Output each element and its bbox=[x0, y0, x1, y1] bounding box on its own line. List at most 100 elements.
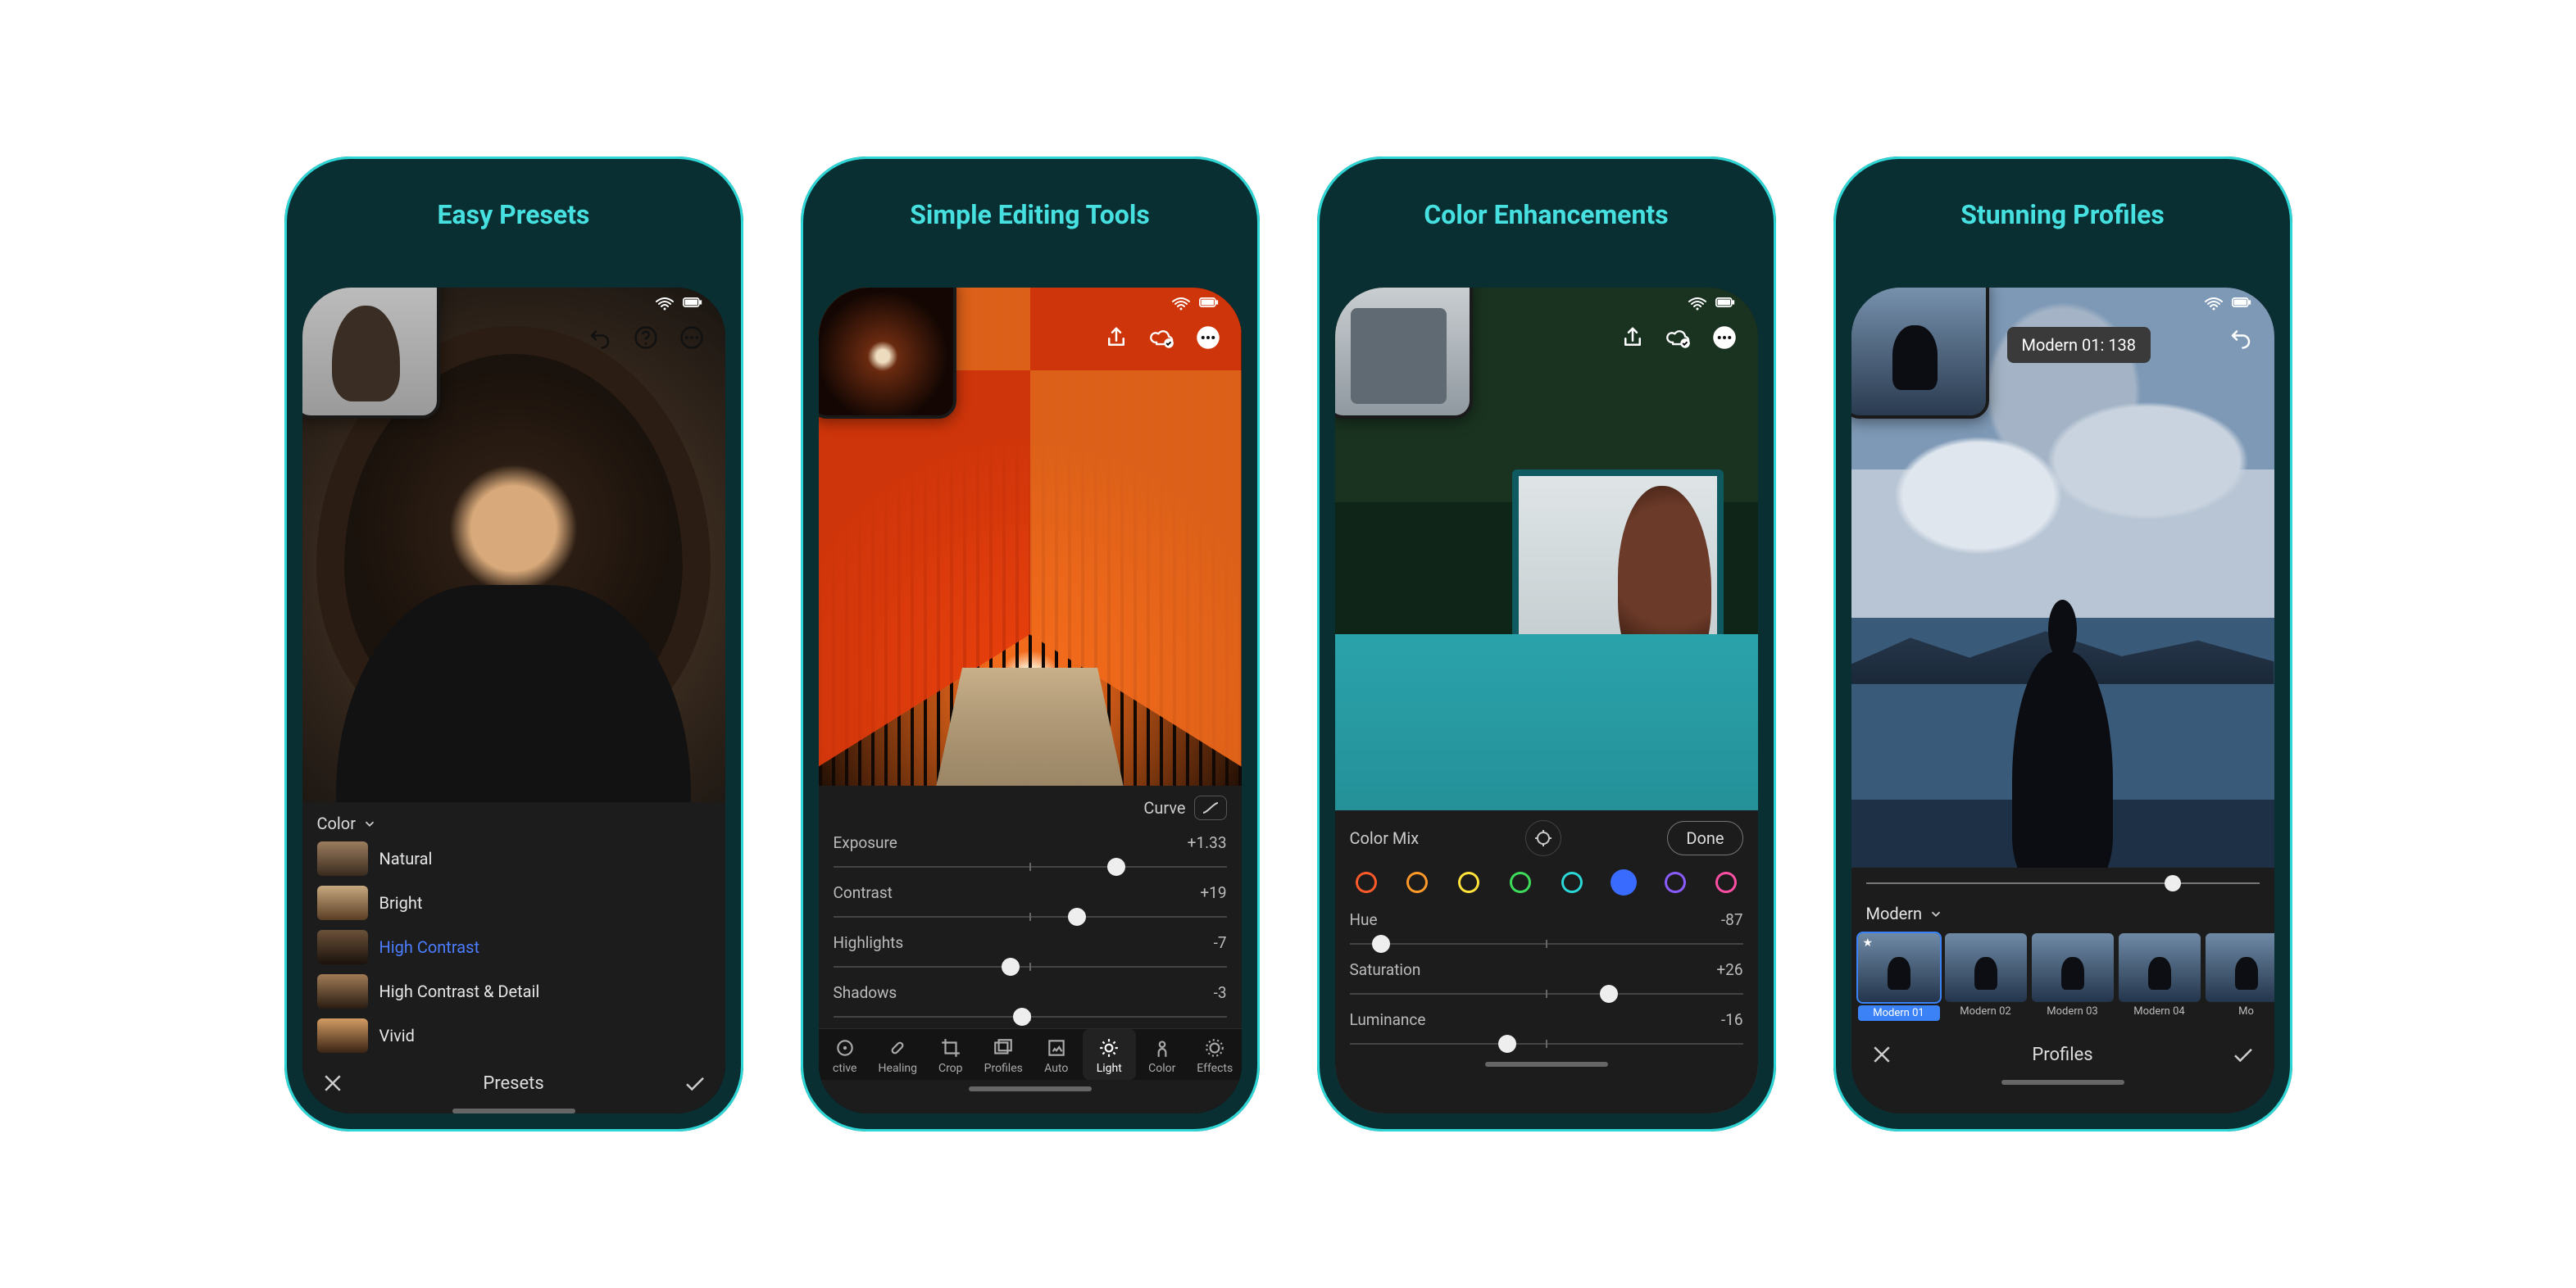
color-swatch-red[interactable] bbox=[1353, 869, 1379, 896]
screen-title: Stunning Profiles bbox=[1851, 199, 2274, 230]
color-swatch-purple[interactable] bbox=[1662, 869, 1688, 896]
profile-tile[interactable]: Modern 04 bbox=[2119, 933, 2201, 1021]
tool-label: ctive bbox=[833, 1062, 856, 1075]
undo-icon[interactable] bbox=[586, 324, 614, 351]
done-button[interactable]: Done bbox=[1667, 821, 1742, 855]
home-indicator[interactable] bbox=[2001, 1080, 2124, 1085]
shadows-slider[interactable] bbox=[834, 1007, 1227, 1027]
profile-amount-slider[interactable] bbox=[1866, 873, 2260, 894]
cloud-check-icon[interactable] bbox=[1665, 324, 1692, 351]
slider-value: -3 bbox=[1214, 983, 1227, 1002]
original-thumbnail[interactable] bbox=[1335, 288, 1473, 419]
wifi-icon bbox=[655, 297, 675, 311]
share-icon[interactable] bbox=[1619, 324, 1647, 351]
saturation-slider[interactable] bbox=[1350, 984, 1743, 1004]
preset-label: Natural bbox=[379, 849, 433, 868]
contrast-slider[interactable] bbox=[834, 907, 1227, 927]
profile-group-label: Modern bbox=[1866, 904, 1923, 923]
preset-item[interactable]: Natural bbox=[302, 837, 725, 881]
tool-color[interactable]: Color bbox=[1136, 1029, 1189, 1080]
confirm-button[interactable] bbox=[2231, 1042, 2256, 1067]
color-swatch-green[interactable] bbox=[1507, 869, 1533, 896]
preset-item[interactable]: High Contrast & Detail bbox=[302, 969, 725, 1014]
exposure-slider[interactable] bbox=[834, 857, 1227, 877]
tool-effects[interactable]: Effects bbox=[1188, 1029, 1242, 1080]
preset-thumb bbox=[317, 886, 368, 920]
profile-tile[interactable]: Modern 03 bbox=[2032, 933, 2114, 1021]
more-icon[interactable] bbox=[678, 324, 706, 351]
more-icon[interactable] bbox=[1194, 324, 1222, 351]
slider-value: +1.33 bbox=[1188, 833, 1227, 852]
wifi-icon bbox=[1688, 297, 1707, 311]
cancel-button[interactable] bbox=[320, 1071, 345, 1095]
tool-selective[interactable]: ctive bbox=[819, 1029, 872, 1080]
tool-profiles[interactable]: Profiles bbox=[977, 1029, 1030, 1080]
target-adjust-button[interactable] bbox=[1525, 820, 1561, 856]
color-swatch-blue[interactable] bbox=[1611, 869, 1637, 896]
luminance-slider[interactable] bbox=[1350, 1034, 1743, 1054]
preset-category-label: Color bbox=[317, 814, 356, 833]
profile-tile[interactable]: Mo bbox=[2206, 933, 2274, 1021]
slider-value: -87 bbox=[1721, 910, 1743, 929]
home-indicator[interactable] bbox=[452, 1109, 575, 1113]
more-icon[interactable] bbox=[1711, 324, 1738, 351]
preset-item[interactable]: High Contrast bbox=[302, 925, 725, 969]
original-thumbnail[interactable] bbox=[819, 288, 956, 419]
home-indicator[interactable] bbox=[969, 1086, 1092, 1091]
profile-group-dropdown[interactable]: Modern bbox=[1851, 894, 2274, 928]
highlights-slider[interactable] bbox=[834, 957, 1227, 977]
slider-value: -7 bbox=[1214, 933, 1227, 952]
tool-label: Color bbox=[1148, 1062, 1175, 1075]
preset-item[interactable]: Vivid bbox=[302, 1014, 725, 1058]
hue-slider[interactable] bbox=[1350, 934, 1743, 954]
profile-label: Modern 02 bbox=[1945, 1005, 2027, 1018]
preset-category-dropdown[interactable]: Color bbox=[302, 802, 725, 837]
panel-title: Presets bbox=[483, 1073, 543, 1094]
original-thumbnail[interactable] bbox=[1851, 288, 1989, 419]
color-swatch-magenta[interactable] bbox=[1713, 869, 1739, 896]
profile-label: Modern 03 bbox=[2032, 1005, 2114, 1018]
color-swatch-orange[interactable] bbox=[1404, 869, 1430, 896]
color-swatch-aqua[interactable] bbox=[1559, 869, 1585, 896]
panel-title: Profiles bbox=[2032, 1045, 2092, 1065]
profile-value-badge: Modern 01: 138 bbox=[2007, 327, 2151, 363]
cancel-button[interactable] bbox=[1870, 1042, 1894, 1067]
undo-icon[interactable] bbox=[2227, 324, 2255, 351]
status-bar bbox=[1171, 297, 1219, 311]
battery-icon bbox=[683, 297, 702, 311]
home-indicator[interactable] bbox=[1485, 1062, 1608, 1067]
preset-label: High Contrast & Detail bbox=[379, 982, 540, 1001]
slider-label: Hue bbox=[1350, 910, 1378, 929]
color-swatch-row bbox=[1335, 858, 1758, 902]
color-swatch-yellow[interactable] bbox=[1456, 869, 1482, 896]
slider-value: -16 bbox=[1721, 1010, 1743, 1029]
preset-thumb bbox=[317, 841, 368, 876]
profile-tile[interactable]: ★Modern 01 bbox=[1858, 933, 1940, 1021]
tool-crop[interactable]: Crop bbox=[925, 1029, 978, 1080]
profile-tile[interactable]: Modern 02 bbox=[1945, 933, 2027, 1021]
preset-thumb bbox=[317, 974, 368, 1009]
tool-healing[interactable]: Healing bbox=[871, 1029, 925, 1080]
battery-icon bbox=[2232, 297, 2251, 311]
tool-auto[interactable]: Auto bbox=[1030, 1029, 1084, 1080]
battery-icon bbox=[1715, 297, 1735, 311]
slider-label: Contrast bbox=[834, 883, 893, 902]
tool-label: Profiles bbox=[984, 1062, 1023, 1075]
confirm-button[interactable] bbox=[683, 1071, 707, 1095]
help-icon[interactable] bbox=[632, 324, 660, 351]
slider-label: Shadows bbox=[834, 983, 897, 1002]
profile-label: Modern 04 bbox=[2119, 1005, 2201, 1018]
slider-label: Highlights bbox=[834, 933, 904, 952]
tool-label: Crop bbox=[938, 1062, 963, 1075]
favorite-star-icon: ★ bbox=[1863, 937, 1874, 950]
preset-item[interactable]: Bright bbox=[302, 881, 725, 925]
tool-label: Light bbox=[1097, 1062, 1122, 1075]
preset-label: High Contrast bbox=[379, 937, 479, 957]
share-icon[interactable] bbox=[1102, 324, 1130, 351]
profile-strip[interactable]: ★Modern 01 Modern 02 Modern 03 Modern 04… bbox=[1851, 928, 2274, 1029]
curve-button[interactable] bbox=[1194, 796, 1227, 820]
cloud-check-icon[interactable] bbox=[1148, 324, 1176, 351]
tool-label: Effects bbox=[1197, 1062, 1233, 1075]
tool-light[interactable]: Light bbox=[1083, 1029, 1136, 1080]
original-thumbnail[interactable] bbox=[302, 288, 440, 419]
